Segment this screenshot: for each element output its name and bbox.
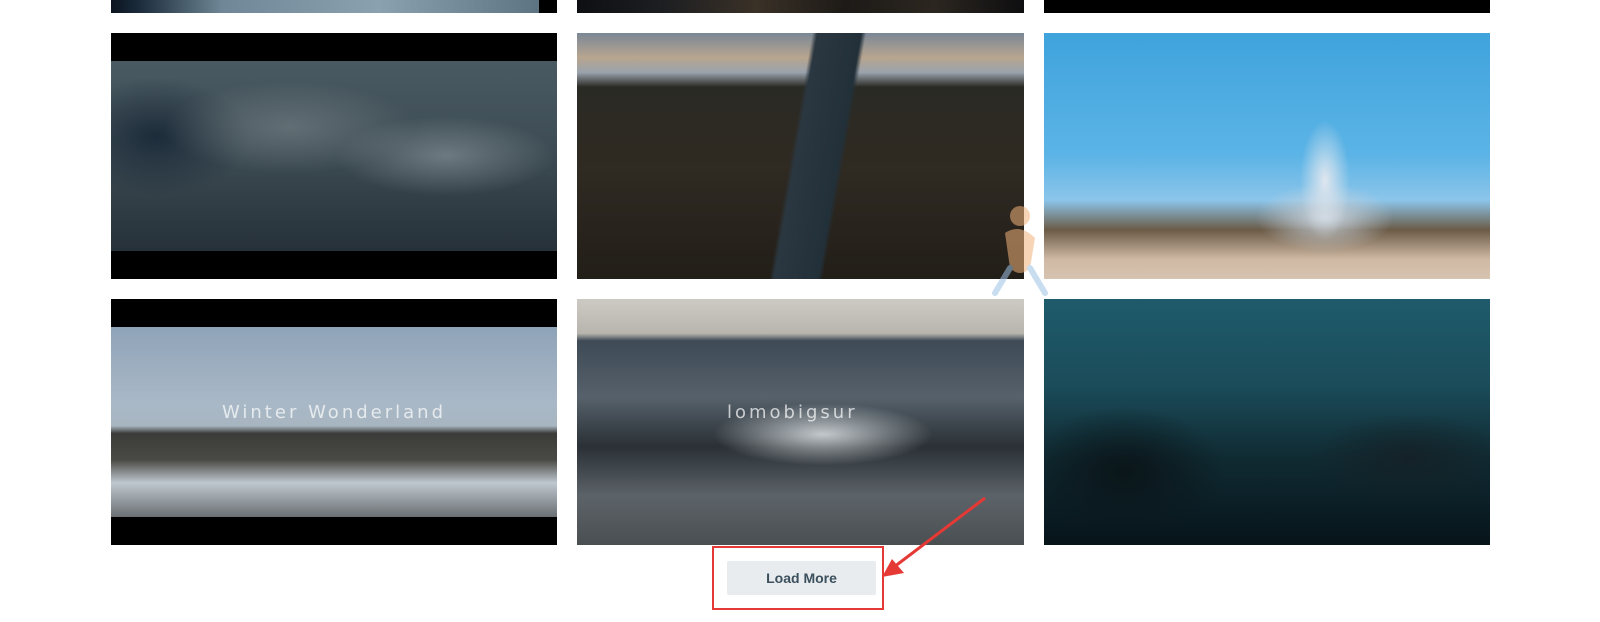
video-thumbnail[interactable]	[1044, 299, 1490, 545]
video-thumbnail[interactable]	[577, 0, 1024, 13]
video-thumbnail[interactable]	[111, 33, 557, 279]
thumbnail-image	[1044, 33, 1490, 279]
thumbnail-image	[111, 0, 557, 13]
video-thumbnail[interactable]: Winter Wonderland	[111, 299, 557, 545]
video-thumbnail[interactable]	[577, 33, 1024, 279]
load-more-button[interactable]: Load More	[727, 561, 876, 595]
thumbnail-image	[577, 33, 1024, 279]
thumbnail-image	[577, 0, 1024, 13]
video-thumbnail[interactable]: lomobigsur	[577, 299, 1024, 545]
thumbnail-image	[577, 299, 1024, 545]
thumbnail-image	[1044, 299, 1490, 545]
thumbnail-image	[111, 61, 557, 251]
video-thumbnail[interactable]	[1044, 0, 1490, 13]
video-thumbnail[interactable]	[111, 0, 557, 13]
video-thumbnail[interactable]	[1044, 33, 1490, 279]
thumbnail-image	[111, 327, 557, 517]
